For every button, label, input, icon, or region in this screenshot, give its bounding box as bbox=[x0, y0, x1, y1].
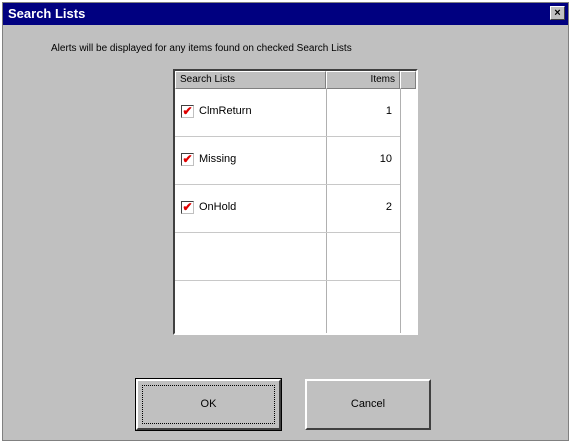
search-list-name: ClmReturn bbox=[199, 105, 252, 117]
row-checkbox[interactable]: ✔ bbox=[181, 153, 194, 166]
search-list-name: OnHold bbox=[199, 201, 237, 213]
table-row[interactable]: ✔ ClmReturn 1 bbox=[175, 89, 400, 137]
empty-table-row bbox=[175, 281, 400, 329]
table-row[interactable]: ✔ OnHold 2 bbox=[175, 185, 400, 233]
cancel-button[interactable]: Cancel bbox=[305, 379, 431, 430]
search-lists-table: Search Lists Items ✔ ClmReturn 1 ✔ Missi… bbox=[173, 69, 418, 335]
window-title: Search Lists bbox=[8, 6, 86, 21]
cancel-button-label: Cancel bbox=[350, 398, 386, 410]
search-list-item-count: 2 bbox=[385, 201, 392, 213]
table-header: Search Lists Items bbox=[175, 71, 416, 89]
search-list-item-count: 1 bbox=[385, 105, 392, 117]
empty-table-row bbox=[175, 233, 400, 281]
checkmark-icon: ✔ bbox=[182, 104, 193, 118]
column-header-search-lists[interactable]: Search Lists bbox=[175, 71, 326, 89]
close-button[interactable]: × bbox=[550, 6, 565, 20]
row-checkbox[interactable]: ✔ bbox=[181, 201, 194, 214]
ok-button[interactable]: OK bbox=[135, 378, 282, 431]
checkmark-icon: ✔ bbox=[182, 152, 193, 166]
search-list-name: Missing bbox=[199, 153, 237, 165]
column-header-items[interactable]: Items bbox=[326, 71, 400, 89]
search-list-item-count: 10 bbox=[379, 153, 392, 165]
row-checkbox[interactable]: ✔ bbox=[181, 105, 194, 118]
focus-rectangle bbox=[142, 385, 275, 424]
close-icon: × bbox=[554, 7, 561, 19]
search-lists-dialog: Search Lists × Alerts will be displayed … bbox=[2, 2, 569, 441]
column-divider bbox=[400, 89, 401, 333]
column-header-filler bbox=[400, 71, 416, 89]
title-bar[interactable]: Search Lists × bbox=[3, 3, 568, 25]
instructions-text: Alerts will be displayed for any items f… bbox=[51, 43, 352, 54]
table-row[interactable]: ✔ Missing 10 bbox=[175, 137, 400, 185]
checkmark-icon: ✔ bbox=[182, 200, 193, 214]
